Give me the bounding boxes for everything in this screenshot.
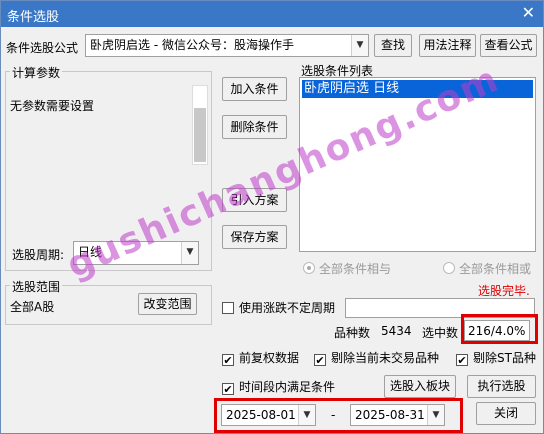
- formula-selected-value: 卧虎阴启选 - 微信公众号：股海操作手: [90, 38, 294, 52]
- window-title: 条件选股: [7, 10, 60, 25]
- exclude-st-label: 剔除ST品种: [473, 351, 536, 365]
- hit-label: 选中数: [422, 326, 459, 340]
- date-range-highlight: [214, 398, 463, 433]
- change-range-button[interactable]: 改变范围: [138, 293, 197, 315]
- close-button[interactable]: 关闭: [476, 402, 536, 425]
- add-condition-button[interactable]: 加入条件: [222, 77, 287, 101]
- title-bar: 条件选股 ✕: [1, 1, 543, 27]
- time-condition-label: 时间段内满足条件: [239, 380, 336, 394]
- check-icon: ✔: [314, 354, 326, 367]
- params-note: 无参数需要设置: [10, 99, 95, 113]
- pre-adjust-label: 前复权数据: [239, 351, 300, 365]
- count-label: 品种数: [334, 326, 371, 340]
- params-scrollbar-thumb[interactable]: [194, 108, 206, 162]
- chevron-down-icon[interactable]: ▼: [181, 242, 198, 264]
- radio-selected-icon: [303, 262, 315, 274]
- radio-all-and-label: 全部条件相与: [319, 262, 392, 276]
- formula-label: 条件选股公式: [6, 41, 79, 55]
- exclude-untraded-label: 剔除当前未交易品种: [331, 351, 440, 365]
- check-icon: ✔: [456, 354, 468, 367]
- time-condition-checkbox[interactable]: ✔ 时间段内满足条件: [222, 380, 336, 396]
- scope-group-label: 选股范围: [10, 278, 63, 295]
- chevron-down-icon[interactable]: ▼: [351, 35, 368, 56]
- exclude-untraded-checkbox[interactable]: ✔ 剔除当前未交易品种: [314, 351, 440, 367]
- use-variable-period-checkbox[interactable]: 使用涨跌不定周期: [222, 301, 335, 315]
- execute-selection-button[interactable]: 执行选股: [467, 375, 536, 398]
- close-icon[interactable]: ✕: [522, 3, 535, 22]
- formula-select[interactable]: 卧虎阴启选 - 微信公众号：股海操作手 ▼: [85, 34, 369, 57]
- count-value: 5434: [377, 320, 417, 341]
- hit-count-highlight: [461, 314, 538, 344]
- view-formula-button[interactable]: 查看公式: [480, 34, 537, 57]
- check-icon: ✔: [222, 383, 234, 396]
- params-scrollbar[interactable]: [192, 85, 208, 165]
- usage-notes-button[interactable]: 用法注释: [419, 34, 476, 57]
- period-label: 选股周期:: [12, 248, 65, 262]
- params-group-label: 计算参数: [10, 64, 63, 81]
- select-to-block-button[interactable]: 选股入板块: [384, 375, 456, 398]
- radio-all-and[interactable]: 全部条件相与: [303, 260, 391, 277]
- scope-value: 全部A股: [10, 300, 55, 314]
- checkbox-empty-icon: [222, 302, 234, 314]
- radio-all-or[interactable]: 全部条件相或: [443, 260, 531, 277]
- delete-condition-button[interactable]: 删除条件: [222, 115, 287, 139]
- check-icon: ✔: [222, 354, 234, 367]
- use-variable-period-label: 使用涨跌不定周期: [239, 301, 336, 315]
- condition-stock-picker-window: 条件选股 ✕ 条件选股公式 卧虎阴启选 - 微信公众号：股海操作手 ▼ 查找 用…: [0, 0, 544, 434]
- radio-all-or-label: 全部条件相或: [459, 262, 532, 276]
- pre-adjust-checkbox[interactable]: ✔ 前复权数据: [222, 351, 300, 367]
- status-text: 选股完毕.: [478, 284, 530, 298]
- find-button[interactable]: 查找: [374, 34, 412, 57]
- save-scheme-button[interactable]: 保存方案: [222, 225, 287, 249]
- radio-unselected-icon: [443, 262, 455, 274]
- exclude-st-checkbox[interactable]: ✔ 剔除ST品种: [456, 351, 536, 367]
